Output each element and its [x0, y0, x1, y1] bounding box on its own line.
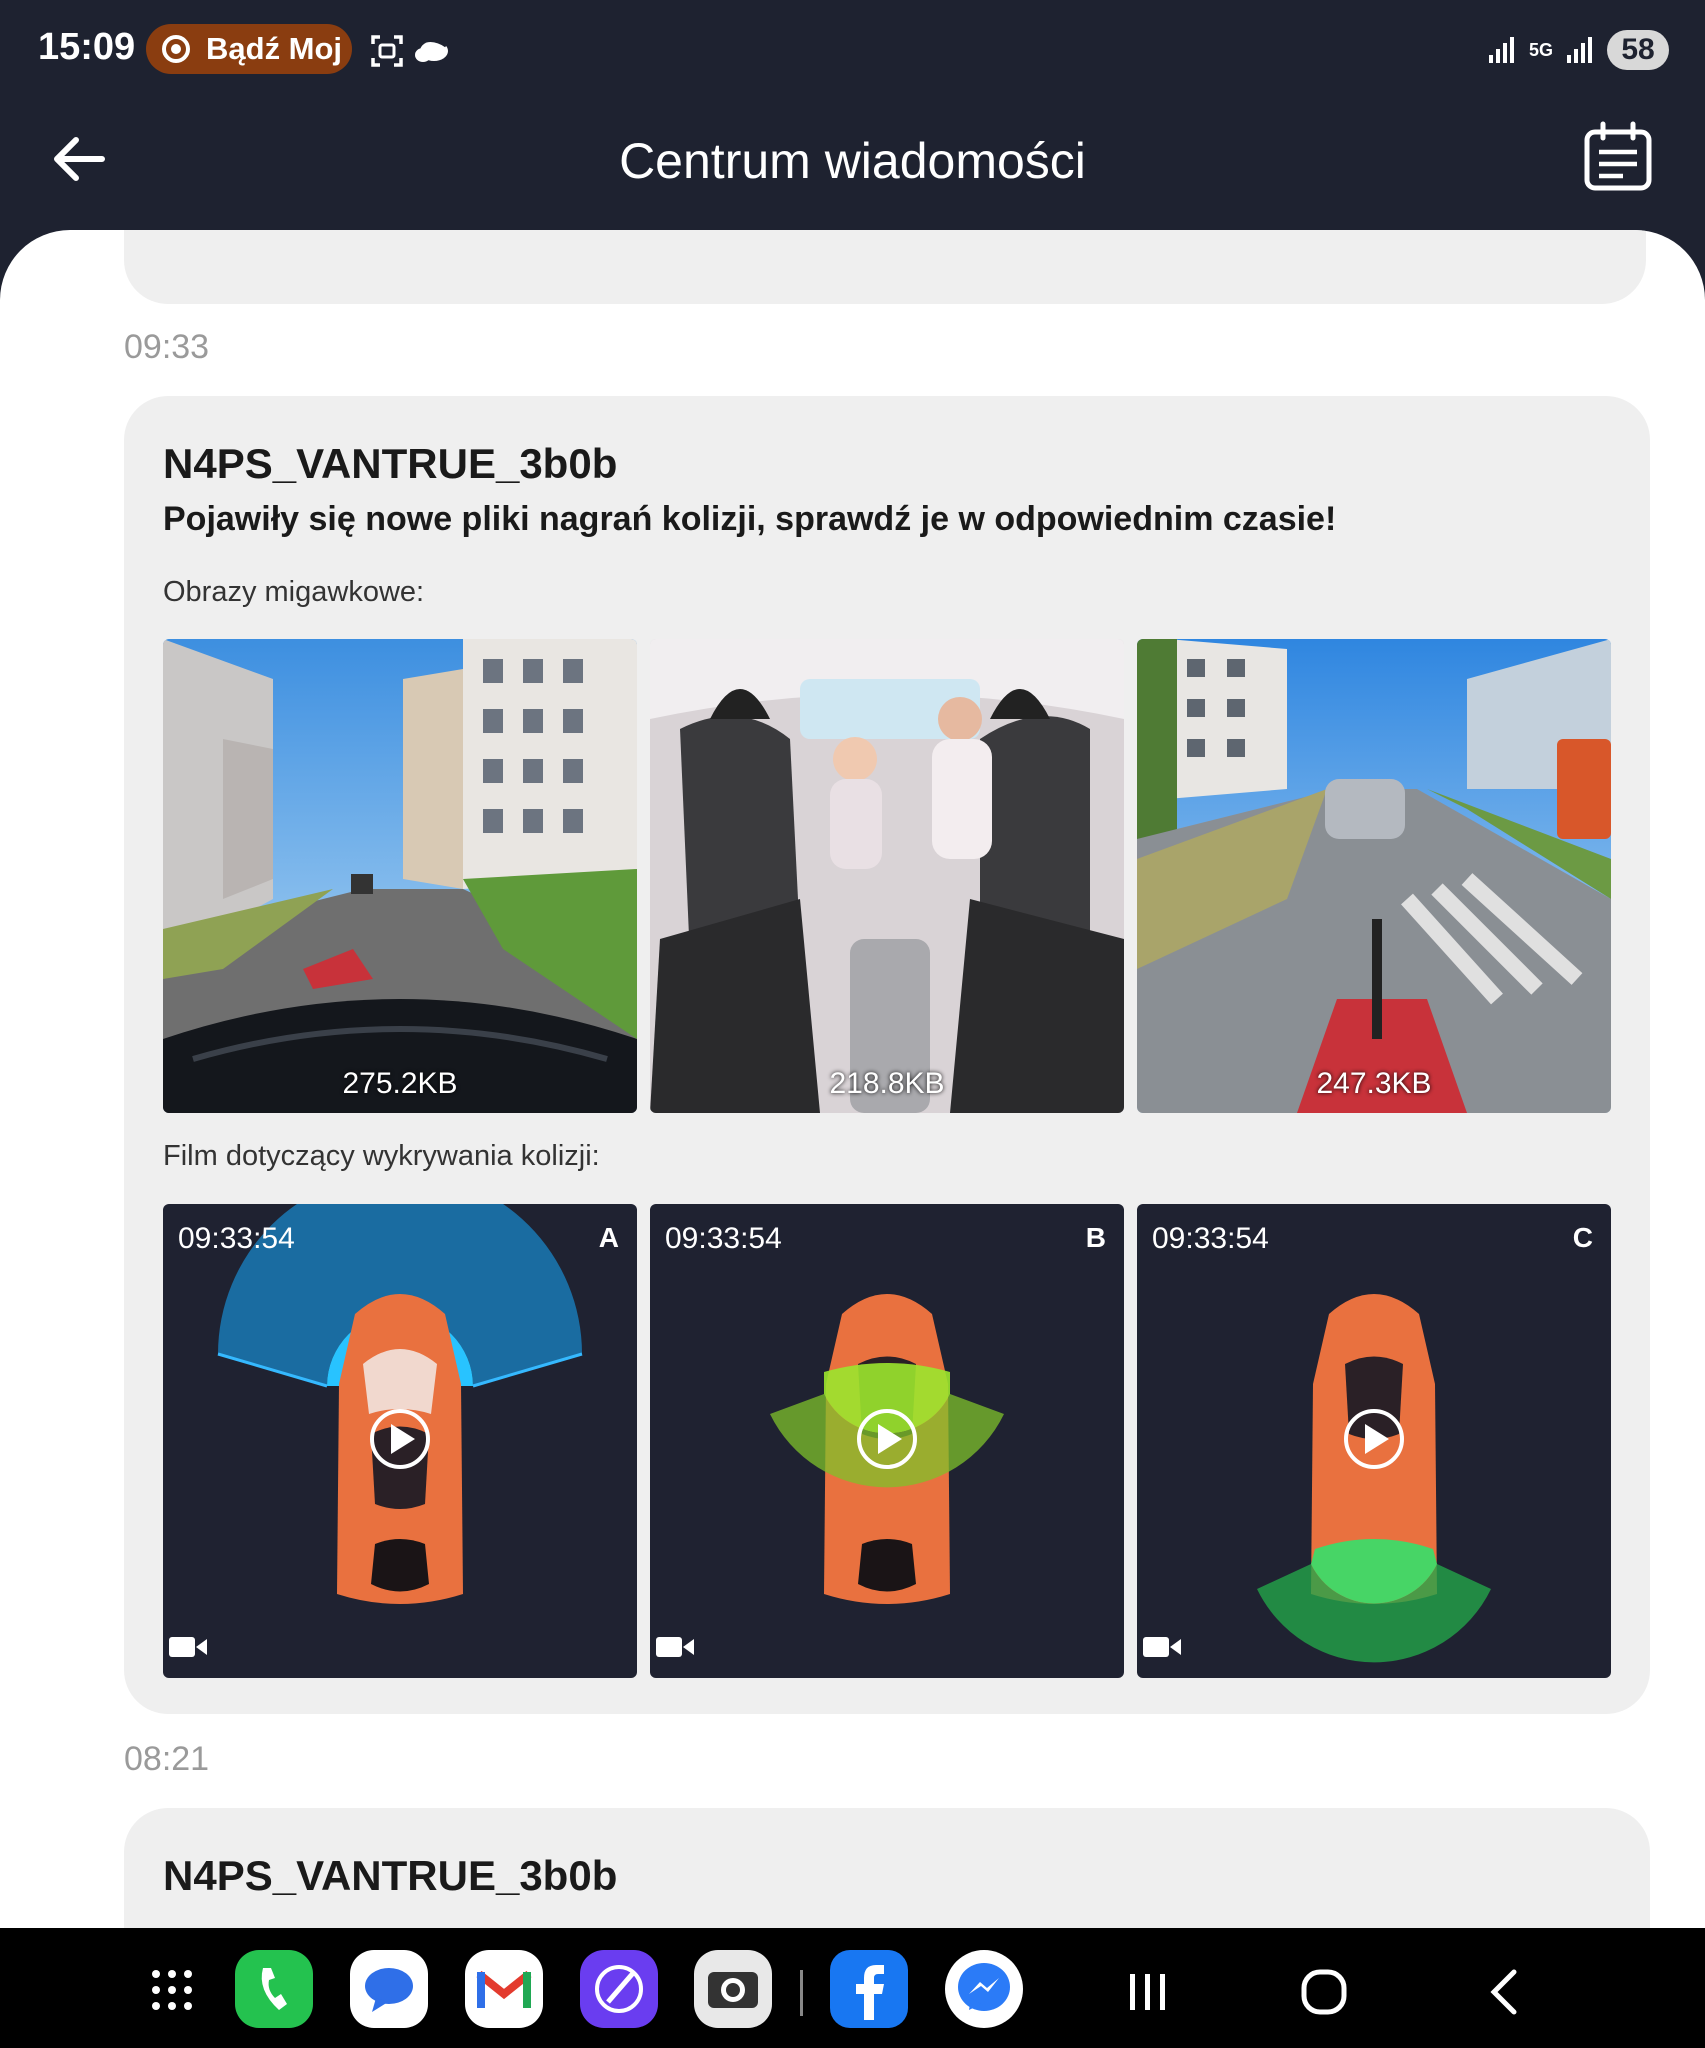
- rear-street-scene-image: [1137, 639, 1611, 1113]
- car-middle-zone-graphic: [770, 1294, 1004, 1604]
- message-card[interactable]: N4PS_VANTRUE_3b0b: [124, 1808, 1650, 1930]
- device-name: N4PS_VANTRUE_3b0b: [163, 440, 618, 487]
- video-time: 09:33:54: [1152, 1222, 1269, 1255]
- apps-grid-icon[interactable]: [150, 1968, 194, 2012]
- collision-video-a[interactable]: 09:33:54 A: [163, 1204, 637, 1678]
- video-time: 09:33:54: [665, 1222, 782, 1255]
- video-camera-icon: [1143, 1637, 1181, 1657]
- video-channel: A: [598, 1222, 619, 1253]
- back-nav-icon[interactable]: [1484, 1968, 1524, 2016]
- messages-icon[interactable]: [350, 1950, 428, 2028]
- video-camera-icon: [656, 1637, 694, 1657]
- device-name: N4PS_VANTRUE_3b0b: [163, 1852, 618, 1899]
- app-header: Centrum wiadomości: [0, 100, 1705, 230]
- signal-icon-2: [1567, 37, 1592, 63]
- message-card[interactable]: N4PS_VANTRUE_3b0b Pojawiły się nowe plik…: [124, 396, 1650, 1714]
- phone-icon[interactable]: [235, 1950, 313, 2028]
- street-scene-image: [163, 639, 637, 1113]
- status-bar: 15:09 Bądź Moj 5G 58: [0, 0, 1705, 100]
- collision-video-c[interactable]: 09:33:54 C: [1137, 1204, 1611, 1678]
- network-type: 5G: [1528, 40, 1553, 60]
- video-label: Film dotyczący wykrywania kolizji:: [163, 1140, 600, 1172]
- snapshot-size: 218.8KB: [829, 1067, 945, 1100]
- car-front-zone-graphic: [217, 1204, 583, 1604]
- cloud-icon: [415, 39, 448, 62]
- message-time: 08:21: [124, 1740, 210, 1778]
- snapshot-thumbnail[interactable]: 275.2KB: [163, 639, 637, 1113]
- record-icon: [162, 35, 190, 63]
- screenshot-icon: [371, 35, 403, 67]
- snapshot-thumbnail[interactable]: 218.8KB: [650, 639, 1124, 1113]
- notification-pill-label: Bądź Moj: [206, 31, 343, 66]
- gmail-icon[interactable]: [465, 1950, 543, 2028]
- snapshot-size: 247.3KB: [1316, 1067, 1432, 1100]
- video-time: 09:33:54: [178, 1222, 295, 1255]
- battery-level: 58: [1607, 30, 1669, 70]
- snapshot-size: 275.2KB: [342, 1067, 458, 1100]
- message-text: Pojawiły się nowe pliki nagrań kolizji, …: [163, 500, 1337, 538]
- calendar-list-icon[interactable]: [1581, 120, 1655, 194]
- recents-icon[interactable]: [1126, 1972, 1170, 2012]
- app-dock: [0, 1928, 1705, 2048]
- collision-video-b[interactable]: 09:33:54 B: [650, 1204, 1124, 1678]
- home-icon[interactable]: [1300, 1968, 1348, 2016]
- snapshots-label: Obrazy migawkowe:: [163, 576, 425, 608]
- car-rear-zone-graphic: [1257, 1294, 1491, 1663]
- cabin-scene-image: [650, 639, 1124, 1113]
- facebook-icon[interactable]: [830, 1950, 908, 2028]
- notes-icon[interactable]: [580, 1950, 658, 2028]
- status-time: 15:09: [38, 26, 136, 68]
- video-channel: B: [1085, 1222, 1106, 1253]
- video-channel: C: [1572, 1222, 1593, 1253]
- signal-icon: [1488, 37, 1514, 63]
- snapshot-thumbnail[interactable]: 247.3KB: [1137, 639, 1611, 1113]
- dock-separator: [800, 1970, 803, 2016]
- camera-icon[interactable]: [694, 1950, 772, 2028]
- messenger-icon[interactable]: [945, 1950, 1023, 2028]
- notification-pill[interactable]: Bądź Moj: [146, 24, 352, 74]
- video-camera-icon: [169, 1637, 207, 1657]
- message-time: 09:33: [124, 328, 210, 366]
- previous-message-card[interactable]: [124, 230, 1646, 304]
- page-title: Centrum wiadomości: [619, 133, 1086, 189]
- message-list[interactable]: 09:33 N4PS_VANTRUE_3b0b Pojawiły się now…: [0, 230, 1705, 1930]
